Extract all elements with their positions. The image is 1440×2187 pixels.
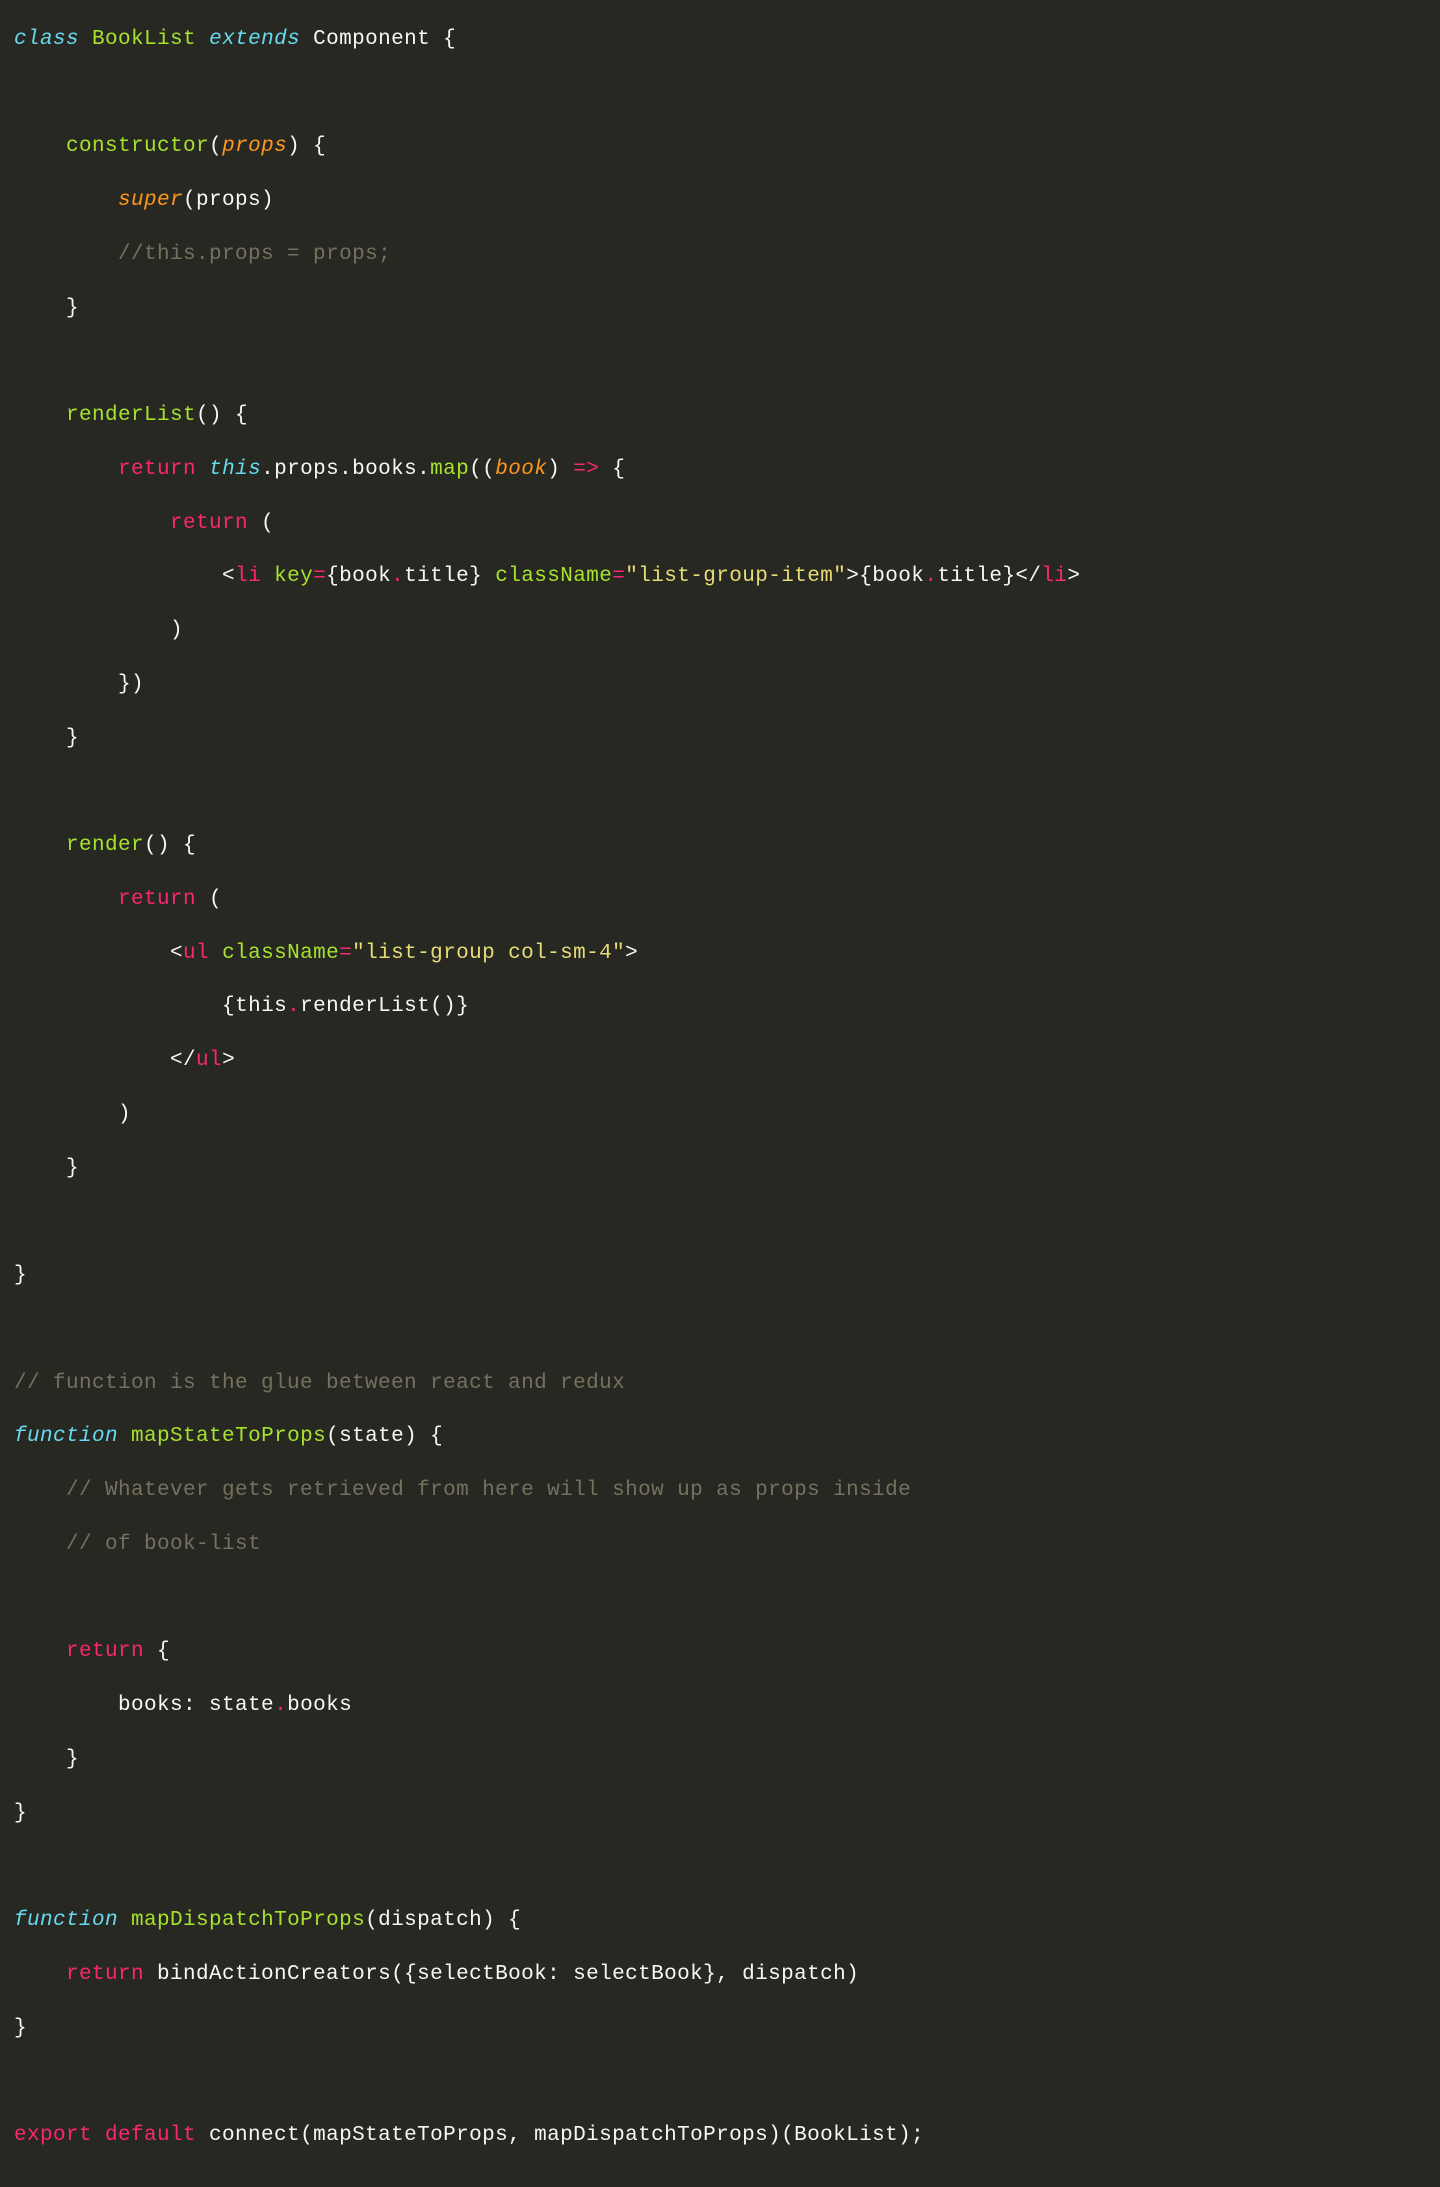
code-line: } bbox=[14, 1747, 1426, 1774]
code-line: } bbox=[14, 1801, 1426, 1828]
code-line: function mapStateToProps(state) { bbox=[14, 1424, 1426, 1451]
code-line: } bbox=[14, 1156, 1426, 1183]
code-line bbox=[14, 779, 1426, 806]
code-line: return ( bbox=[14, 511, 1426, 538]
code-line: class BookList extends Component { bbox=[14, 27, 1426, 54]
code-line: // function is the glue between react an… bbox=[14, 1371, 1426, 1398]
code-line: <ul className="list-group col-sm-4"> bbox=[14, 941, 1426, 968]
code-line bbox=[14, 1854, 1426, 1881]
code-line: return bindActionCreators({selectBook: s… bbox=[14, 1962, 1426, 1989]
code-line: </ul> bbox=[14, 1048, 1426, 1075]
code-line: ) bbox=[14, 618, 1426, 645]
code-line: } bbox=[14, 2016, 1426, 2043]
code-line: return this.props.books.map((book) => { bbox=[14, 457, 1426, 484]
code-line: render() { bbox=[14, 833, 1426, 860]
code-line bbox=[14, 1586, 1426, 1613]
code-line: function mapDispatchToProps(dispatch) { bbox=[14, 1908, 1426, 1935]
code-line: } bbox=[14, 1263, 1426, 1290]
code-line: constructor(props) { bbox=[14, 134, 1426, 161]
code-line bbox=[14, 1209, 1426, 1236]
code-line: <li key={book.title} className="list-gro… bbox=[14, 564, 1426, 591]
code-line: {this.renderList()} bbox=[14, 994, 1426, 1021]
code-line: return { bbox=[14, 1639, 1426, 1666]
code-line: // of book-list bbox=[14, 1532, 1426, 1559]
code-line bbox=[14, 349, 1426, 376]
code-line: super(props) bbox=[14, 188, 1426, 215]
code-line bbox=[14, 1317, 1426, 1344]
code-line: books: state.books bbox=[14, 1693, 1426, 1720]
code-line: } bbox=[14, 296, 1426, 323]
code-line: } bbox=[14, 726, 1426, 753]
code-line bbox=[14, 2069, 1426, 2096]
code-line: export default connect(mapStateToProps, … bbox=[14, 2123, 1426, 2150]
code-line: ) bbox=[14, 1102, 1426, 1129]
code-line: }) bbox=[14, 672, 1426, 699]
code-line: renderList() { bbox=[14, 403, 1426, 430]
code-line: //this.props = props; bbox=[14, 242, 1426, 269]
code-line: return ( bbox=[14, 887, 1426, 914]
code-editor[interactable]: class BookList extends Component { const… bbox=[0, 0, 1440, 2187]
code-line bbox=[14, 81, 1426, 108]
code-line: // Whatever gets retrieved from here wil… bbox=[14, 1478, 1426, 1505]
